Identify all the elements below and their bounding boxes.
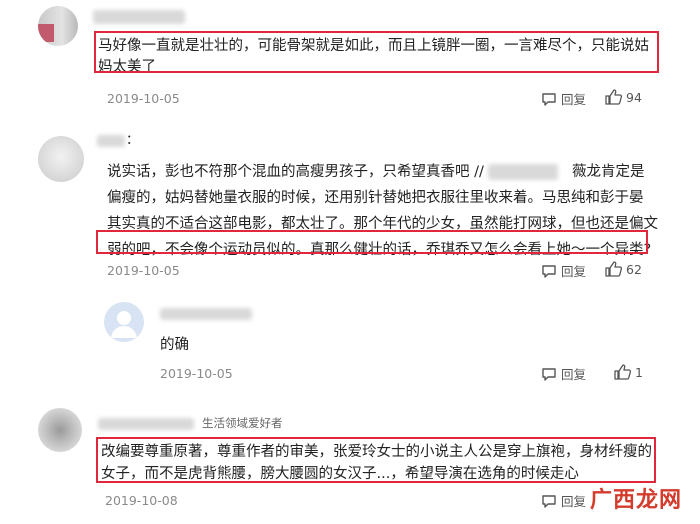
avatar[interactable]: [38, 408, 82, 452]
reply-button[interactable]: 回复: [541, 491, 586, 510]
comment-date: 2019-10-08: [105, 493, 178, 508]
like-count: 62: [626, 261, 642, 277]
comment-date: 2019-10-05: [107, 263, 180, 278]
username-blurred[interactable]: [97, 135, 125, 147]
like-button[interactable]: 62: [605, 261, 642, 277]
like-button[interactable]: 94: [605, 89, 642, 105]
like-count: 94: [626, 89, 642, 105]
thumbs-up-icon: [614, 364, 631, 380]
username-blurred[interactable]: [93, 10, 185, 24]
comment-date: 2019-10-05: [107, 91, 180, 106]
thumbs-up-icon: [605, 261, 622, 277]
thumbs-up-icon: [605, 89, 622, 105]
highlight-box: [96, 230, 648, 254]
comment-text-line: 偏瘦的，姑妈替她量衣服的时候，还用别针替她把衣服往里收来着。马思纯和彭于晏: [107, 190, 644, 206]
reply-button[interactable]: 回复: [541, 89, 586, 108]
watermark: 广西龙网: [590, 488, 683, 513]
reply-label: 回复: [561, 264, 587, 279]
like-button[interactable]: 1: [614, 364, 643, 380]
avatar[interactable]: [38, 6, 78, 46]
comment-date: 2019-10-05: [160, 366, 233, 381]
comment-bubble-icon: [542, 264, 556, 278]
avatar[interactable]: [104, 302, 144, 342]
username-blurred[interactable]: [98, 418, 194, 430]
like-count: 1: [635, 364, 643, 380]
avatar-red-patch: [38, 24, 54, 42]
avatar[interactable]: [38, 136, 84, 182]
reply-button[interactable]: 回复: [541, 261, 586, 280]
default-user-icon: [111, 311, 137, 338]
reply-label: 回复: [561, 367, 587, 382]
username-suffix: ：: [126, 133, 140, 148]
highlight-box: [94, 31, 659, 73]
reply-label: 回复: [561, 92, 587, 107]
username-blurred[interactable]: [160, 308, 252, 320]
reply-button[interactable]: 回复: [541, 364, 586, 383]
highlight-box: [96, 437, 656, 483]
comment-bubble-icon: [542, 92, 556, 106]
comment-text: 的确: [160, 337, 189, 353]
comment-bubble-icon: [542, 494, 556, 508]
user-tag: 生活领域爱好者: [202, 416, 283, 430]
reply-label: 回复: [561, 494, 587, 509]
comment-text-line: 薇龙肯定是: [572, 164, 645, 180]
comment-bubble-icon: [542, 367, 556, 381]
mentioned-user-blurred[interactable]: [488, 164, 558, 180]
comment-text-line: 说实话，彭也不符那个混血的高瘦男孩子，只希望真香吧 //: [107, 164, 484, 180]
